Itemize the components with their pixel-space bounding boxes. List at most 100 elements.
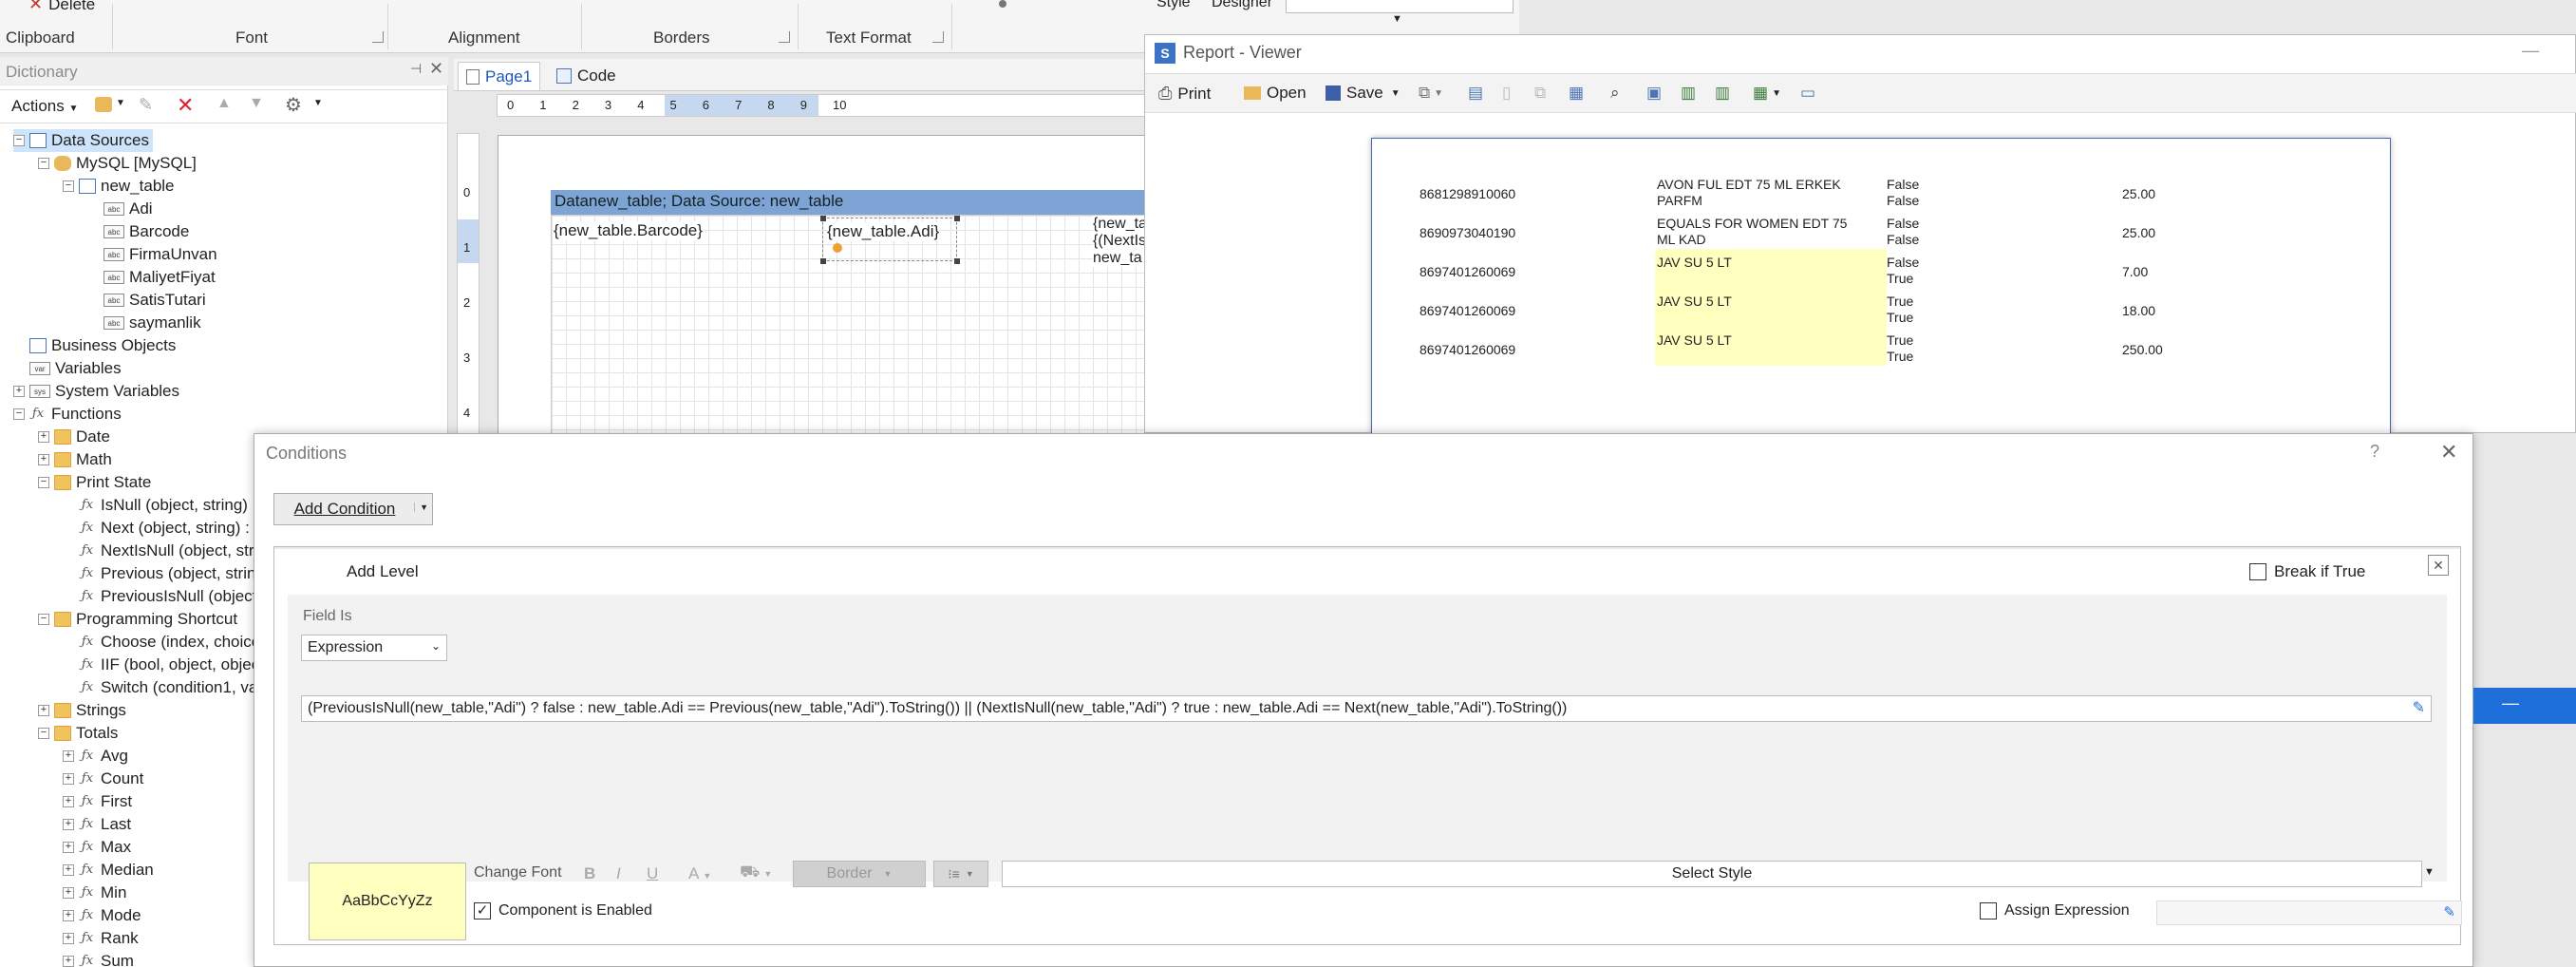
data-band-header[interactable]: Datanew_table; Data Source: new_table [551, 190, 1147, 215]
tree-node[interactable]: abc Adi [87, 198, 153, 220]
sides-button[interactable]: ⁝≡ ▼ [933, 861, 988, 887]
tab-page1[interactable]: Page1 [458, 62, 541, 90]
tree-node[interactable]: + ƒx Min [63, 882, 126, 904]
collapse-icon[interactable]: − [38, 158, 49, 169]
tree-node[interactable]: + ƒx Count [63, 768, 143, 790]
bookmarks-icon[interactable]: ▤ [1468, 84, 1483, 103]
tree-node[interactable]: − new_table [63, 175, 175, 198]
move-down-icon[interactable]: ▼ [249, 95, 264, 112]
find-icon[interactable]: ⌕ [1610, 84, 1620, 103]
assign-expression-input[interactable]: ✎ [2156, 901, 2462, 925]
print-button[interactable]: ⎙ Print [1158, 84, 1211, 104]
designer-combo[interactable] [1286, 0, 1514, 13]
actions-menu[interactable]: Actions ▼ [11, 97, 78, 116]
resize-handle[interactable] [820, 216, 826, 221]
tree-node[interactable]: ƒx Switch (condition1, va [63, 676, 257, 699]
border-button[interactable]: Border ▼ [793, 861, 926, 887]
expand-icon[interactable]: + [38, 705, 49, 716]
open-button[interactable]: Open [1244, 84, 1307, 103]
tab-code[interactable]: Code [549, 62, 624, 90]
send-button[interactable]: ⧉ ▼ [1419, 84, 1443, 103]
edit-icon[interactable]: ✎ [139, 95, 153, 115]
editor-icon[interactable]: ▦ [1569, 84, 1584, 103]
new-item-icon[interactable] [95, 97, 112, 112]
multiple-pages-icon[interactable]: ▦ ▼ [1753, 84, 1781, 103]
chevron-down-icon[interactable]: ▼ [313, 98, 323, 108]
add-condition-button[interactable]: Add Condition ▼ [273, 493, 433, 525]
tree-node[interactable]: abc SatisTutari [87, 289, 206, 312]
tree-node[interactable]: + Date [38, 426, 110, 448]
page-width-icon[interactable]: ▭ [1800, 84, 1815, 103]
collapse-icon[interactable]: − [63, 180, 74, 192]
help-button[interactable]: ? [2370, 442, 2379, 462]
expand-icon[interactable]: + [63, 773, 74, 785]
fill-color-button[interactable]: ⛟ ▼ [740, 863, 772, 883]
delete-button[interactable]: ✕ Delete [28, 0, 95, 14]
resize-handle[interactable] [820, 258, 826, 264]
expand-icon[interactable]: + [38, 431, 49, 443]
resize-handle[interactable] [954, 216, 960, 221]
collapse-icon[interactable]: − [38, 477, 49, 488]
barcode-field[interactable]: {new_table.Barcode} [554, 221, 703, 240]
continuous-icon[interactable]: ▥ [1715, 84, 1730, 103]
remove-level-icon[interactable]: ✕ [2428, 555, 2449, 576]
delete-icon[interactable]: ✕ [177, 93, 194, 118]
close-icon[interactable]: ✕ [429, 59, 443, 79]
select-style-combo[interactable]: Select Style [1002, 861, 2422, 887]
component-enabled-checkbox[interactable]: ✓ Component is Enabled [474, 902, 652, 920]
underline-button[interactable]: U [647, 864, 658, 883]
italic-button[interactable]: I [616, 864, 621, 883]
expand-icon[interactable]: + [63, 819, 74, 830]
expand-icon[interactable]: + [63, 842, 74, 853]
tree-node[interactable]: + ƒx Mode [63, 904, 141, 927]
chevron-down-icon[interactable]: ▼ [1392, 13, 1402, 25]
collapse-icon[interactable]: − [38, 728, 49, 739]
expand-icon[interactable]: + [63, 750, 74, 762]
move-up-icon[interactable]: ▲ [216, 95, 232, 112]
expand-icon[interactable]: + [63, 933, 74, 944]
edit-expression-icon[interactable]: ✎ [2412, 698, 2425, 717]
field-type-select[interactable]: Expression ⌄ [301, 635, 447, 661]
tree-node[interactable]: + ƒx Median [63, 859, 154, 882]
tree-node[interactable]: ƒx Choose (index, choice [63, 631, 260, 654]
collapse-icon[interactable]: − [38, 614, 49, 625]
expression-input[interactable]: (PreviousIsNull(new_table,"Adi") ? false… [301, 695, 2432, 722]
tree-node[interactable]: ƒx Previous (object, string [63, 562, 265, 585]
edit-expression-icon[interactable]: ✎ [2443, 903, 2455, 920]
tree-node[interactable]: + Strings [38, 699, 126, 722]
minimize-icon[interactable]: — [2522, 41, 2539, 61]
expand-icon[interactable]: + [38, 454, 49, 465]
tree-node[interactable]: ƒx Next (object, string) : o [63, 517, 263, 540]
collapse-icon[interactable]: − [13, 135, 25, 146]
save-button[interactable]: Save ▼ [1326, 84, 1401, 103]
tree-node[interactable]: + ƒx First [63, 790, 132, 813]
tree-node[interactable]: ƒx NextIsNull (object, stri [63, 540, 257, 562]
tree-node[interactable]: + ƒx Rank [63, 927, 139, 950]
parameters-icon[interactable]: ▯ [1502, 84, 1511, 103]
single-page-icon[interactable]: ▥ [1681, 84, 1696, 103]
tree-node[interactable]: + Math [38, 448, 112, 471]
checkbox-box[interactable] [2249, 563, 2266, 580]
checkbox-box[interactable]: ✓ [474, 902, 491, 920]
collapse-icon[interactable]: − [13, 408, 25, 420]
tree-node[interactable]: abc FirmaUnvan [87, 243, 217, 266]
tree-node[interactable]: ƒx IsNull (object, string) : [63, 494, 256, 517]
tree-node[interactable]: Business Objects [13, 334, 176, 357]
tree-node[interactable]: abc MaliyetFiyat [87, 266, 216, 289]
tree-node[interactable]: var Variables [13, 357, 122, 380]
tree-node[interactable]: − Totals [38, 722, 118, 745]
assign-expression-checkbox[interactable]: Assign Expression [1980, 902, 2130, 920]
tree-node[interactable]: ƒx IIF (bool, object, objec [63, 654, 259, 676]
chevron-down-icon[interactable]: ▼ [414, 502, 428, 512]
tree-node[interactable]: − Programming Shortcut [38, 608, 237, 631]
full-screen-icon[interactable]: ▣ [1646, 84, 1662, 103]
tree-node[interactable]: + ƒx Sum [63, 950, 134, 967]
font-color-button[interactable]: A ▼ [688, 864, 711, 883]
tree-node[interactable]: + ƒx Max [63, 836, 131, 859]
checkbox-box[interactable] [1980, 902, 1997, 920]
thumbnails-icon[interactable]: ⧉ [1534, 84, 1546, 103]
chevron-down-icon[interactable]: ▼ [116, 98, 125, 108]
pin-icon[interactable]: ⊣ [410, 61, 422, 77]
expand-icon[interactable]: + [63, 887, 74, 899]
tree-node[interactable]: − ƒx Functions [13, 403, 122, 426]
